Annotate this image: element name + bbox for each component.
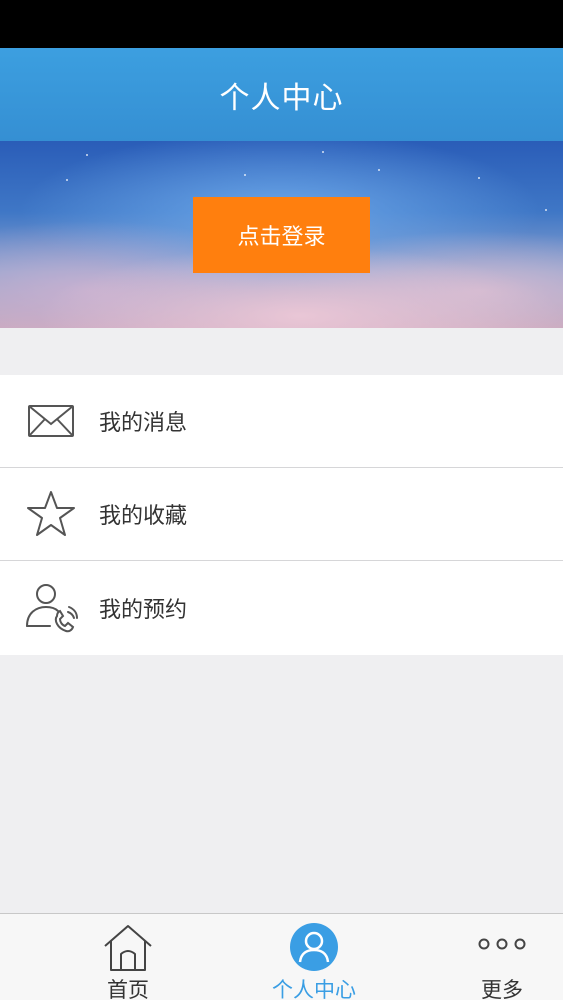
menu-item-appointments[interactable]: 我的预约 [0,561,563,655]
menu-list: 我的消息 我的收藏 我的预约 [0,375,563,655]
tab-label: 首页 [107,978,149,1000]
star-icon [24,487,78,541]
menu-item-messages[interactable]: 我的消息 [0,375,563,468]
banner-star [244,174,246,176]
tab-label: 更多 [481,978,523,1000]
more-icon [477,936,527,955]
menu-item-label: 我的消息 [99,411,188,436]
banner-star [545,209,547,211]
banner-star [322,151,324,153]
banner-star [478,177,480,179]
banner-star [378,169,380,171]
banner-star [86,154,88,156]
profile-banner: 点击登录 [0,141,563,328]
tab-bar: 首页 个人中心 更多 [0,913,563,1000]
menu-item-favorites[interactable]: 我的收藏 [0,468,563,561]
tab-home[interactable]: 首页 [58,914,198,1000]
user-icon [289,922,339,976]
banner-star [66,179,68,181]
page-title: 个人中心 [219,80,344,116]
menu-item-label: 我的收藏 [99,504,188,529]
nav-bar: 个人中心 [0,48,563,141]
menu-item-label: 我的预约 [99,598,188,623]
envelope-icon [24,394,78,448]
login-button[interactable]: 点击登录 [193,197,370,273]
status-bar [0,0,563,48]
tab-profile[interactable]: 个人中心 [244,914,384,1000]
tab-label: 个人中心 [272,978,356,1000]
tab-more[interactable]: 更多 [432,914,563,1000]
home-icon [102,922,154,978]
user-phone-icon [24,581,78,635]
